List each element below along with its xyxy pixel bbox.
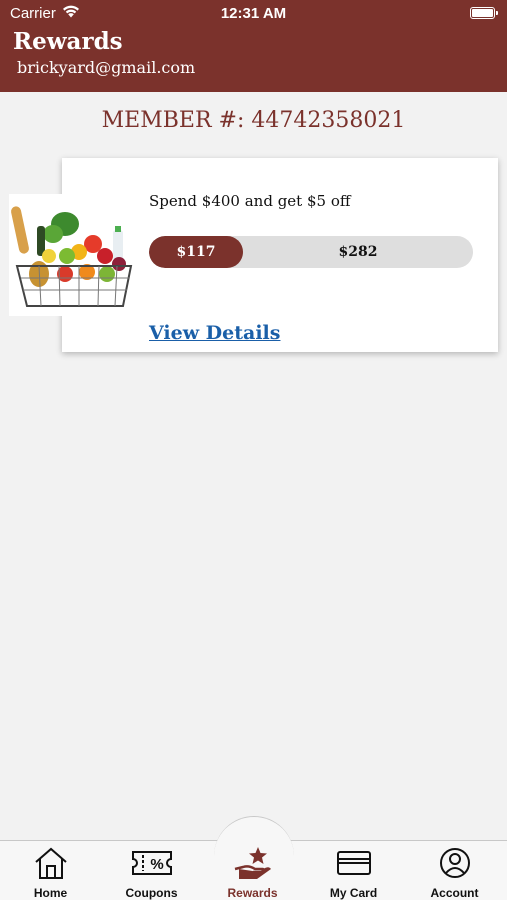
reward-title: Spend $400 and get $5 off — [149, 192, 351, 210]
tab-account[interactable]: Account — [404, 840, 505, 900]
user-email: brickyard@gmail.com — [17, 58, 196, 77]
tab-label: Rewards — [227, 886, 278, 900]
app-header: Carrier 12:31 AM Rewards brickyard@gmail… — [0, 0, 507, 92]
progress-spent: $117 — [149, 236, 243, 268]
card-icon — [336, 844, 372, 882]
svg-text:%: % — [150, 856, 163, 873]
progress-remaining-label: $282 — [338, 244, 378, 260]
tab-label: My Card — [329, 886, 378, 900]
battery-icon — [470, 7, 498, 19]
account-icon — [439, 844, 471, 882]
status-bar: Carrier 12:31 AM — [0, 0, 507, 28]
reward-progress-bar: $117 $282 — [149, 236, 473, 268]
tab-rewards[interactable]: Rewards — [202, 840, 303, 900]
page-title: Rewards — [13, 28, 123, 55]
tab-label: Account — [430, 886, 479, 900]
tab-coupons[interactable]: % Coupons — [101, 840, 202, 900]
progress-remaining: $282 — [243, 236, 473, 268]
coupon-icon: % — [131, 844, 173, 882]
home-icon — [33, 844, 69, 882]
tab-home[interactable]: Home — [0, 840, 101, 900]
progress-spent-label: $117 — [176, 244, 216, 260]
member-number: MEMBER #: 44742358021 — [101, 108, 406, 133]
tab-label: Home — [33, 886, 68, 900]
rewards-icon — [233, 844, 273, 882]
tab-my-card[interactable]: My Card — [303, 840, 404, 900]
status-time: 12:31 AM — [220, 5, 287, 22]
view-details-link[interactable]: View Details — [149, 322, 280, 344]
tab-label: Coupons — [125, 886, 178, 900]
grocery-basket-icon — [9, 194, 139, 316]
